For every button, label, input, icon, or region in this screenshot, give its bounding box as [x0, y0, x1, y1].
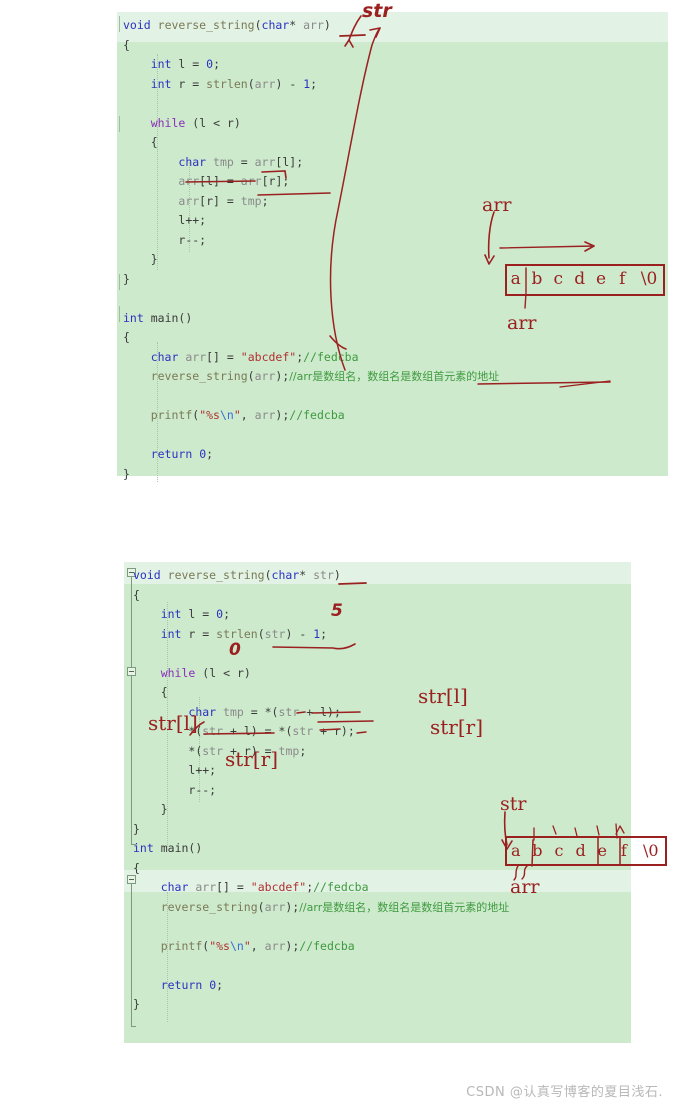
array-cell: e — [597, 841, 607, 860]
array-cell: b — [532, 841, 543, 860]
gutter-tick-2 — [119, 116, 120, 132]
code-block-arr-version: void reverse_string(char* arr) { int l =… — [117, 12, 668, 482]
array-cell: b — [531, 269, 543, 289]
fold-end-main — [131, 1026, 136, 1027]
array-cell: a — [511, 841, 521, 860]
array-cell: c — [553, 269, 564, 289]
array-cell: \0 — [643, 841, 659, 860]
array-cell: c — [554, 841, 564, 860]
array-cell: a — [510, 269, 521, 289]
code-text-block2: void reverse_string(char* str) { int l =… — [133, 568, 510, 1011]
array-cell: \0 — [640, 269, 658, 289]
csdn-watermark: CSDN @认真写博客的夏目浅石. — [466, 1085, 663, 1100]
array-cell: f — [619, 269, 626, 289]
array-cell: d — [575, 841, 586, 860]
gutter-tick-3 — [119, 274, 120, 290]
array-cell: d — [574, 269, 586, 289]
code-text-block1: void reverse_string(char* arr) { int l =… — [123, 18, 500, 481]
array-cell: f — [620, 841, 627, 860]
code-block-pointer-version: void reverse_string(char* str) { int l =… — [124, 562, 631, 1043]
fold-line-function — [131, 577, 132, 667]
fold-line-while — [131, 676, 132, 844]
gutter-tick-1 — [119, 16, 120, 32]
array-cell: e — [595, 269, 607, 289]
gutter-tick-4 — [119, 306, 120, 322]
fold-line-main — [131, 884, 132, 1026]
